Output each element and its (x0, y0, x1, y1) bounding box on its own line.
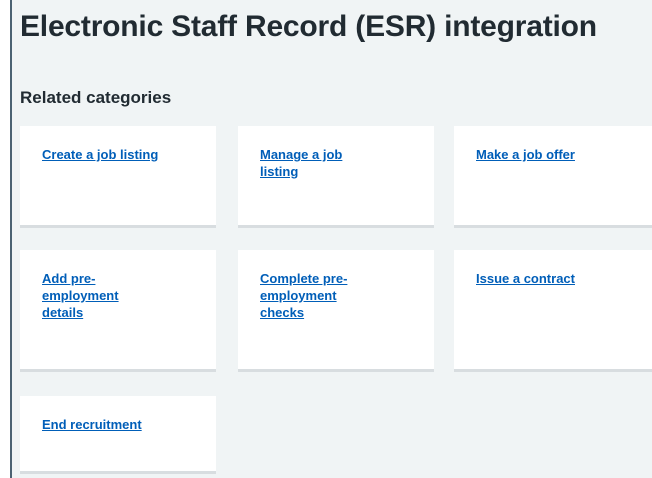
add-pre-employment-details-link[interactable]: Add pre-employment details (42, 270, 132, 321)
end-recruitment-link[interactable]: End recruitment (42, 416, 196, 433)
category-card-complete-pre-employment-checks: Complete pre-employment checks (238, 250, 434, 372)
create-job-listing-link[interactable]: Create a job listing (42, 146, 196, 163)
category-card-create-job-listing: Create a job listing (20, 126, 216, 228)
issue-contract-link[interactable]: Issue a contract (476, 270, 634, 287)
manage-job-listing-link[interactable]: Manage a job listing (260, 146, 350, 180)
category-card-manage-job-listing: Manage a job listing (238, 126, 434, 228)
content-panel: Electronic Staff Record (ESR) integratio… (10, 0, 652, 478)
complete-pre-employment-checks-link[interactable]: Complete pre-employment checks (260, 270, 350, 321)
category-card-end-recruitment: End recruitment (20, 396, 216, 474)
category-card-add-pre-employment-details: Add pre-employment details (20, 250, 216, 372)
make-job-offer-link[interactable]: Make a job offer (476, 146, 634, 163)
page-title: Electronic Staff Record (ESR) integratio… (20, 10, 597, 43)
category-card-issue-contract: Issue a contract (454, 250, 652, 372)
related-categories-heading: Related categories (20, 88, 172, 107)
category-card-make-job-offer: Make a job offer (454, 126, 652, 228)
